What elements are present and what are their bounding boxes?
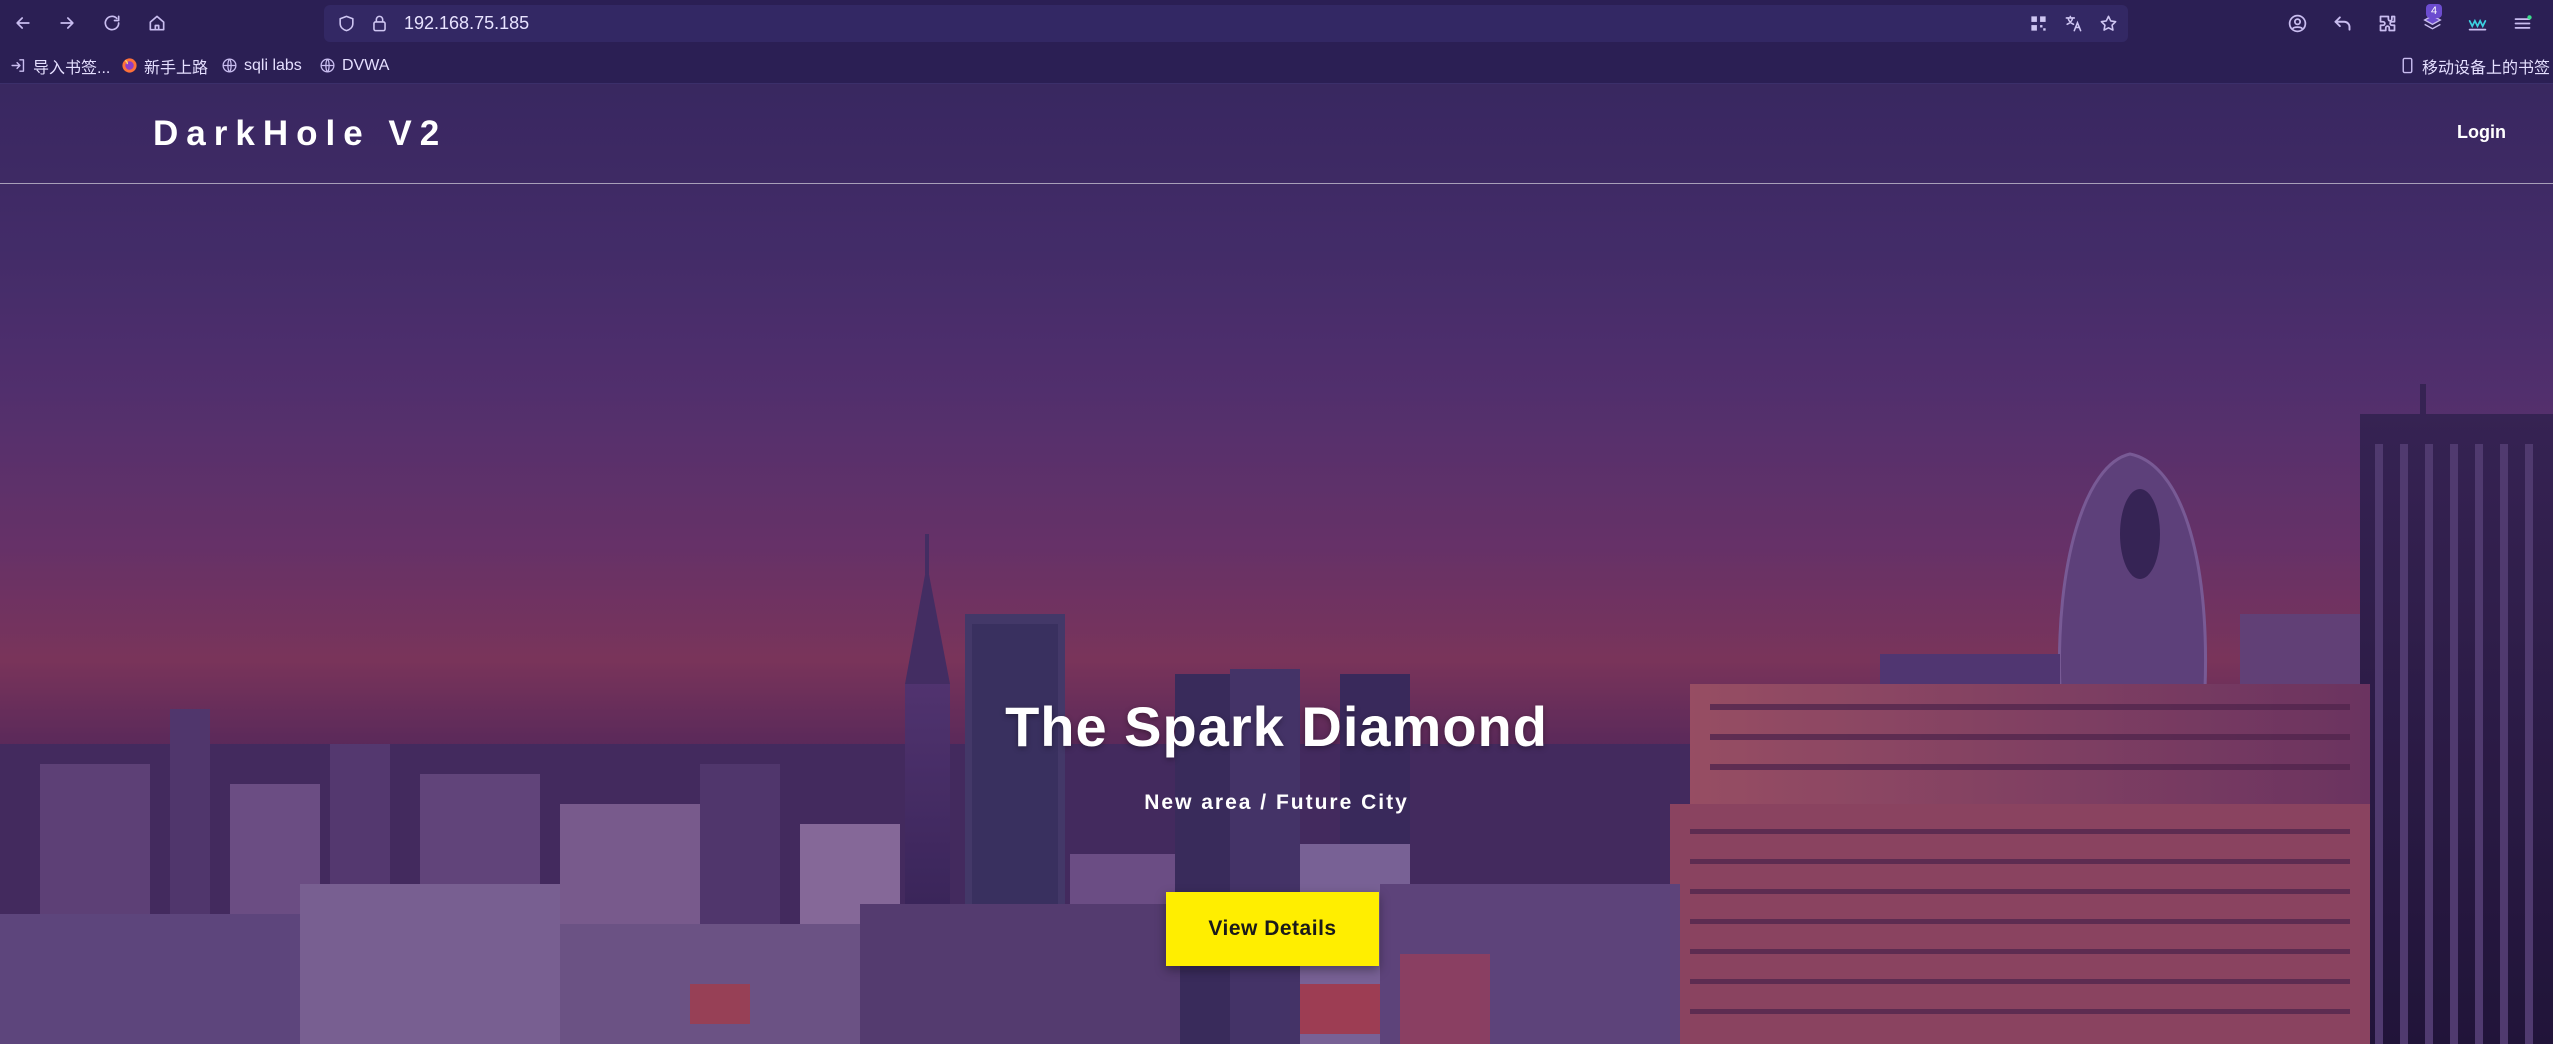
home-button[interactable] (142, 8, 172, 38)
bookmark-label: 导入书签... (33, 59, 111, 77)
hero-title: The Spark Diamond (1005, 695, 1548, 758)
translate-icon[interactable] (2063, 13, 2084, 34)
wave-extension-icon[interactable] (2463, 9, 2491, 37)
bookmark-label: 移动设备上的书签 (2422, 59, 2551, 77)
view-details-button[interactable]: View Details (1166, 892, 1379, 966)
bookmark-label: DVWA (342, 56, 390, 74)
undo-icon[interactable] (2328, 9, 2356, 37)
bookmark-getting-started[interactable]: 新手上路 (120, 47, 208, 84)
bookmark-label: sqli labs (244, 56, 302, 74)
hero-subtitle: New area / Future City (1144, 791, 1409, 814)
reload-icon (104, 15, 120, 31)
bookmark-dvwa[interactable]: DVWA (318, 47, 389, 84)
extension-badge: 4 (2426, 4, 2442, 18)
back-button[interactable] (8, 8, 38, 38)
lock-icon[interactable] (369, 13, 390, 34)
browser-toolbar: 192.168.75.185 4 (0, 0, 2553, 47)
shield-icon[interactable] (336, 13, 357, 34)
bookmark-label: 新手上路 (144, 59, 209, 77)
mobile-bookmarks[interactable]: 移动设备上的书签 (2398, 47, 2550, 84)
account-icon[interactable] (2283, 9, 2311, 37)
star-icon[interactable] (2098, 13, 2119, 34)
url-text[interactable]: 192.168.75.185 (404, 5, 529, 42)
site-brand[interactable]: DarkHole V2 (153, 114, 447, 154)
bookmarks-bar: 导入书签... 新手上路 sqli labs DVWA 移动设备上的书签 (0, 47, 2553, 84)
qr-code-icon[interactable] (2028, 13, 2049, 34)
home-icon (149, 15, 165, 31)
firefox-icon (120, 57, 138, 75)
import-icon (9, 57, 27, 75)
extensions-icon[interactable] (2373, 9, 2401, 37)
login-link[interactable]: Login (2457, 122, 2506, 143)
menu-icon[interactable] (2508, 9, 2536, 37)
bookmark-sqli-labs[interactable]: sqli labs (220, 47, 302, 84)
arrow-left-icon (16, 17, 30, 29)
site-header: DarkHole V2 Login (0, 84, 2553, 184)
reload-button[interactable] (97, 8, 127, 38)
url-bar[interactable]: 192.168.75.185 (324, 5, 2128, 42)
bookmark-import[interactable]: 导入书签... (9, 47, 110, 84)
forward-button[interactable] (52, 8, 82, 38)
mobile-device-icon (2398, 57, 2416, 75)
globe-icon (318, 57, 336, 75)
web-page: DarkHole V2 Login The Spark Diamond New … (0, 84, 2553, 1044)
globe-icon (220, 57, 238, 75)
arrow-right-icon (60, 17, 74, 29)
